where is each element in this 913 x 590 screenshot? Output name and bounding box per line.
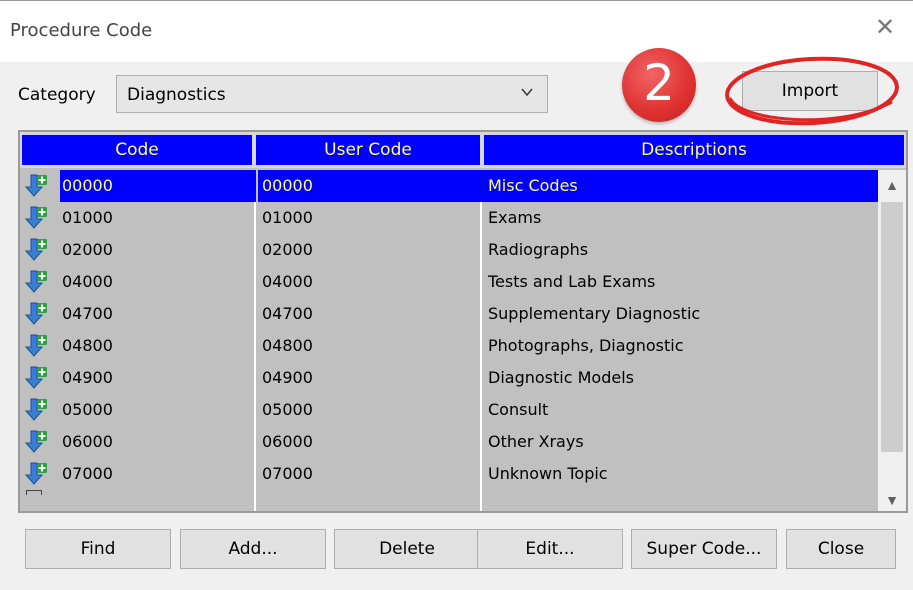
scroll-thumb[interactable] [881, 202, 903, 452]
code-cell: 01000 [62, 208, 113, 227]
table-row[interactable]: 04800 04800 Photographs, Diagnostic [20, 330, 878, 362]
table-row[interactable]: 01000 01000 Exams [20, 202, 878, 234]
user-code-cell: 01000 [262, 208, 313, 227]
description-cell: Other Xrays [488, 432, 584, 451]
column-header-descriptions[interactable]: Descriptions [484, 135, 904, 165]
table-row[interactable]: 02000 02000 Radiographs [20, 234, 878, 266]
code-cell: 00000 [60, 170, 256, 202]
description-cell: Unknown Topic [488, 464, 608, 483]
delete-button[interactable]: Delete [334, 529, 480, 569]
description-cell: Misc Codes [484, 170, 882, 202]
table-row[interactable]: 05000 05000 Consult [20, 394, 878, 426]
table-row-partial [26, 490, 42, 495]
step-badge: 2 [622, 48, 696, 122]
user-code-cell: 04900 [262, 368, 313, 387]
table-row[interactable]: 00000 00000 Misc Codes [20, 170, 882, 202]
category-label: Category [18, 85, 96, 105]
code-cell: 04700 [62, 304, 113, 323]
close-button[interactable]: Close [786, 529, 896, 569]
scroll-down-icon[interactable]: ▼ [878, 485, 906, 511]
add-arrow-icon [24, 462, 47, 485]
find-button[interactable]: Find [25, 529, 171, 569]
description-cell: Photographs, Diagnostic [488, 336, 684, 355]
column-header-user-code[interactable]: User Code [256, 135, 480, 165]
chevron-down-icon [521, 88, 533, 97]
user-code-cell: 07000 [262, 464, 313, 483]
user-code-cell: 00000 [258, 170, 484, 202]
scroll-up-icon[interactable]: ▲ [878, 170, 906, 200]
window-title: Procedure Code [10, 20, 153, 41]
description-cell: Tests and Lab Exams [488, 272, 656, 291]
description-cell: Supplementary Diagnostic [488, 304, 701, 323]
table-row[interactable]: 06000 06000 Other Xrays [20, 426, 878, 458]
description-cell: Consult [488, 400, 549, 419]
add-arrow-icon [24, 270, 47, 293]
grid-header: Code User Code Descriptions [20, 132, 906, 168]
super-code-button[interactable]: Super Code... [631, 529, 777, 569]
table-row[interactable]: 04700 04700 Supplementary Diagnostic [20, 298, 878, 330]
title-bar: Procedure Code ✕ [0, 0, 913, 62]
add-button[interactable]: Add... [180, 529, 326, 569]
code-cell: 02000 [62, 240, 113, 259]
user-code-cell: 06000 [262, 432, 313, 451]
user-code-cell: 04800 [262, 336, 313, 355]
close-icon[interactable]: ✕ [871, 14, 899, 42]
add-arrow-icon [24, 398, 47, 421]
add-arrow-icon [24, 174, 47, 197]
procedure-code-grid: Code User Code Descriptions 00000 00000 Mi… [18, 130, 908, 513]
window-border [0, 0, 913, 1]
user-code-cell: 04000 [262, 272, 313, 291]
import-button[interactable]: Import [742, 71, 878, 111]
description-cell: Diagnostic Models [488, 368, 634, 387]
edit-button[interactable]: Edit... [477, 529, 623, 569]
category-value: Diagnostics [127, 85, 226, 105]
add-arrow-icon [24, 334, 47, 357]
table-row[interactable]: 07000 07000 Unknown Topic [20, 458, 878, 490]
add-arrow-icon [24, 366, 47, 389]
code-cell: 06000 [62, 432, 113, 451]
user-code-cell: 04700 [262, 304, 313, 323]
step-number: 2 [643, 54, 675, 112]
vertical-scrollbar[interactable]: ▲ ▼ [878, 170, 906, 511]
code-cell: 07000 [62, 464, 113, 483]
add-arrow-icon [24, 238, 47, 261]
column-header-code[interactable]: Code [22, 135, 252, 165]
user-code-cell: 05000 [262, 400, 313, 419]
code-cell: 04900 [62, 368, 113, 387]
code-cell: 04800 [62, 336, 113, 355]
add-arrow-icon [24, 302, 47, 325]
add-arrow-icon [24, 430, 47, 453]
category-dropdown[interactable]: Diagnostics [116, 75, 548, 113]
description-cell: Exams [488, 208, 542, 227]
grid-body: 00000 00000 Misc Codes 01000 01000 Exams 02000… [20, 170, 906, 511]
code-cell: 05000 [62, 400, 113, 419]
user-code-cell: 02000 [262, 240, 313, 259]
add-arrow-icon [24, 206, 47, 229]
table-row[interactable]: 04900 04900 Diagnostic Models [20, 362, 878, 394]
description-cell: Radiographs [488, 240, 589, 259]
code-cell: 04000 [62, 272, 113, 291]
table-row[interactable]: 04000 04000 Tests and Lab Exams [20, 266, 878, 298]
